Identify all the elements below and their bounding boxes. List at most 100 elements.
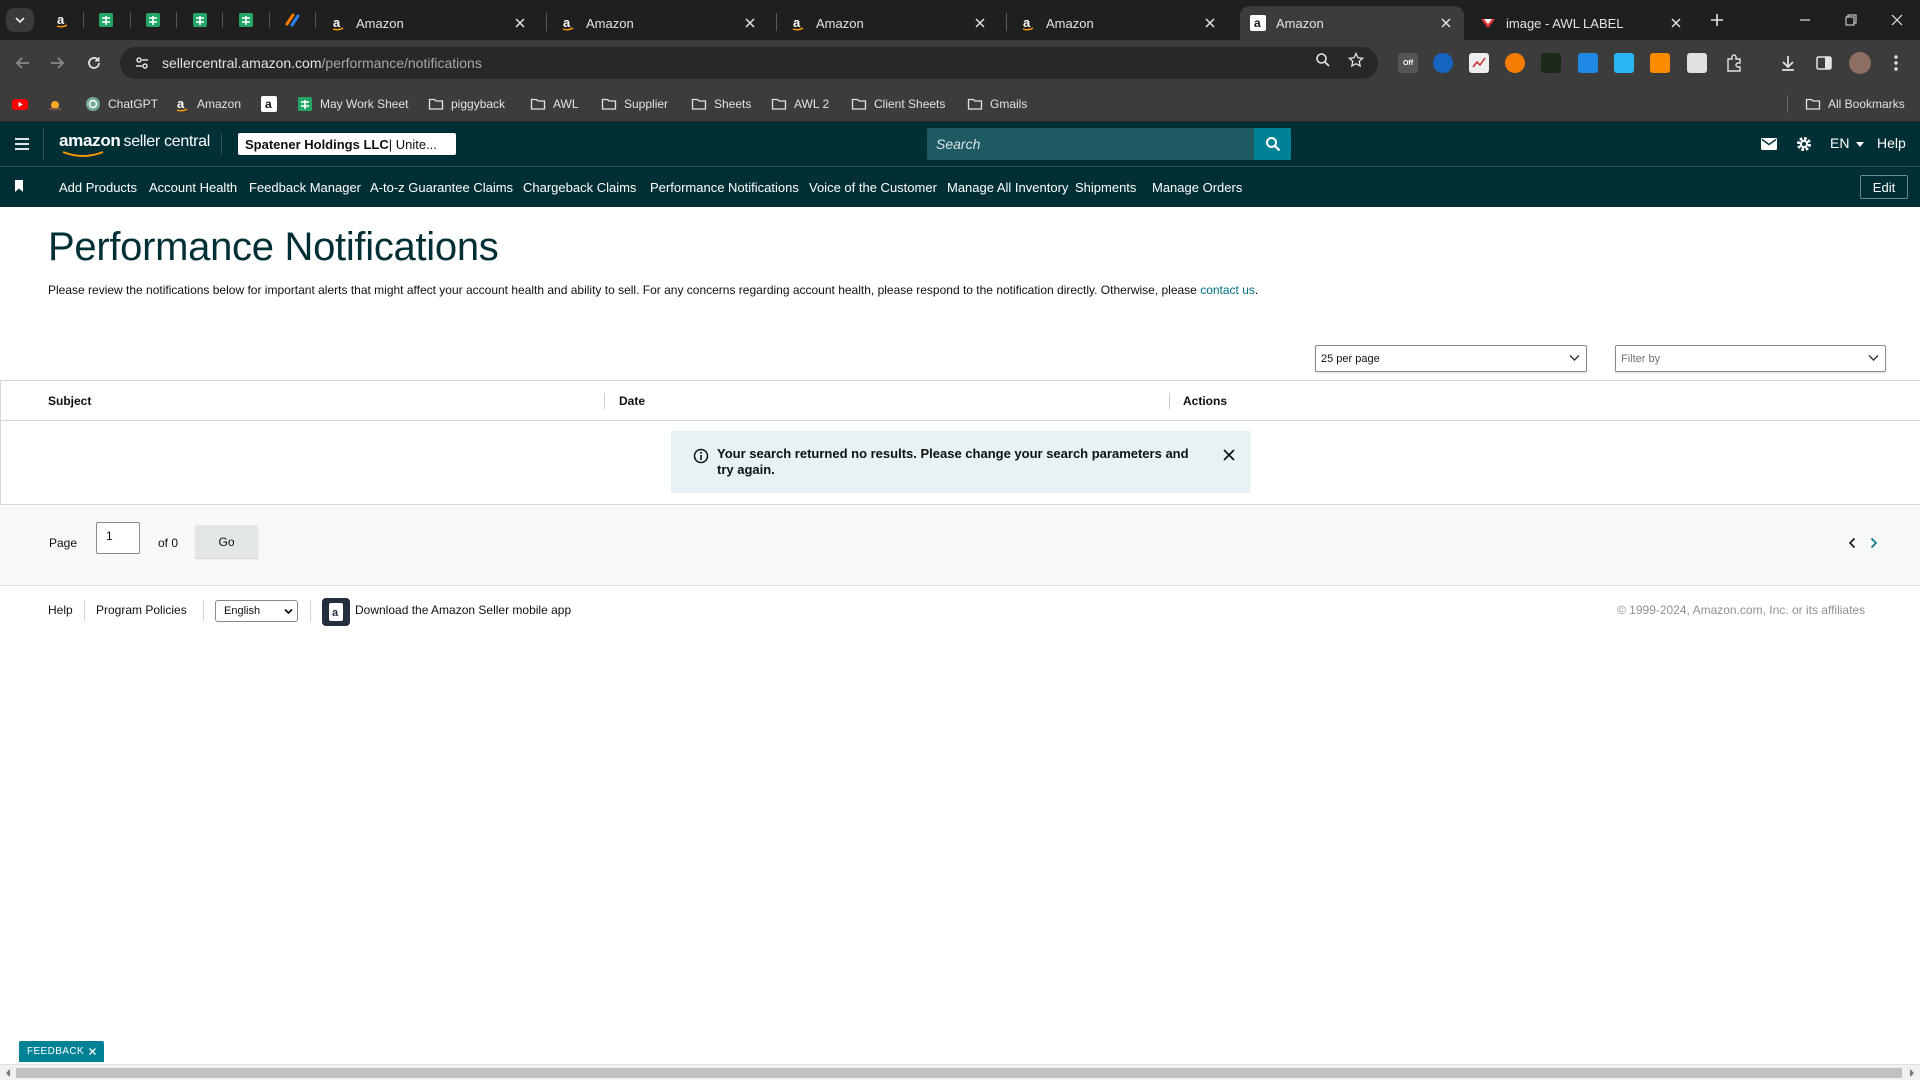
pinned-tab-sheets-1[interactable] <box>88 8 124 32</box>
mobile-app-link[interactable]: Download the Amazon Seller mobile app <box>355 603 571 617</box>
nav-manage-all-inventory[interactable]: Manage All Inventory <box>947 180 1068 195</box>
extension-orange-icon[interactable] <box>1505 53 1525 73</box>
download-icon[interactable] <box>1778 53 1798 73</box>
forward-button[interactable] <box>43 49 71 77</box>
column-date[interactable]: Date <box>619 394 645 408</box>
close-icon[interactable] <box>89 1048 97 1055</box>
account-switcher[interactable]: Spatener Holdings LLC | Unite... <box>238 133 456 155</box>
back-button[interactable] <box>9 49 37 77</box>
footer-language-select[interactable]: English <box>215 600 298 622</box>
extension-js-icon[interactable] <box>1650 53 1670 73</box>
close-tab-icon[interactable] <box>1438 15 1454 31</box>
extension-box-icon[interactable] <box>1687 53 1707 73</box>
close-tab-icon[interactable] <box>512 15 528 31</box>
minimize-button[interactable] <box>1782 0 1828 40</box>
help-link[interactable]: Help <box>1877 135 1906 151</box>
edit-favorites-button[interactable]: Edit <box>1860 175 1908 199</box>
next-page-button[interactable] <box>1866 535 1882 551</box>
filter-by-select[interactable]: Filter by <box>1615 345 1886 372</box>
bookmark-sun[interactable] <box>47 94 70 114</box>
extension-chart-icon[interactable] <box>1469 53 1489 73</box>
close-tab-icon[interactable] <box>742 15 758 31</box>
tab-amazon-4[interactable]: a Amazon <box>1010 6 1228 40</box>
bookmark-chatgpt[interactable]: ChatGPT <box>85 94 158 114</box>
nav-performance-notifications[interactable]: Performance Notifications <box>650 180 799 195</box>
previous-page-button[interactable] <box>1844 535 1860 551</box>
calculator-icon[interactable] <box>1578 53 1598 73</box>
nav-add-products[interactable]: Add Products <box>59 180 137 195</box>
contact-us-link[interactable]: contact us <box>1200 283 1255 297</box>
go-button[interactable]: Go <box>195 525 258 558</box>
profile-avatar[interactable] <box>1849 52 1871 74</box>
scrollbar-thumb[interactable] <box>16 1068 1902 1078</box>
bookmark-folder-gmails[interactable]: Gmails <box>967 94 1027 114</box>
bookmark-youtube[interactable] <box>12 94 35 114</box>
messages-button[interactable] <box>1757 132 1781 156</box>
extension-off-icon[interactable]: Off <box>1398 53 1418 73</box>
pinned-tab-sheets-2[interactable] <box>135 8 171 32</box>
bookmark-icon[interactable] <box>14 180 24 192</box>
extensions-puzzle-icon[interactable] <box>1724 53 1744 73</box>
search-button[interactable] <box>1254 128 1291 160</box>
extension-rs-icon[interactable] <box>1541 53 1561 73</box>
bookmark-folder-piggyback[interactable]: piggyback <box>428 94 505 114</box>
address-bar[interactable]: sellercentral.amazon.com/performance/not… <box>120 47 1378 79</box>
column-subject[interactable]: Subject <box>48 394 91 408</box>
nav-a-to-z-claims[interactable]: A-to-z Guarantee Claims <box>370 180 513 195</box>
language-selector[interactable]: EN <box>1830 135 1865 151</box>
pinned-tab-sheets-3[interactable] <box>182 8 218 32</box>
nav-feedback-manager[interactable]: Feedback Manager <box>249 180 361 195</box>
bookmark-folder-supplier[interactable]: Supplier <box>601 94 668 114</box>
nav-voice-of-the-customer[interactable]: Voice of the Customer <box>809 180 937 195</box>
restore-button[interactable] <box>1828 0 1874 40</box>
scroll-left-icon[interactable] <box>3 1068 13 1078</box>
settings-button[interactable] <box>1792 132 1816 156</box>
browser-menu-icon[interactable] <box>1886 53 1906 73</box>
horizontal-scrollbar[interactable] <box>0 1064 1920 1080</box>
seller-central-logo[interactable]: amazon seller central <box>59 131 210 157</box>
bookmark-folder-awl-2[interactable]: AWL 2 <box>771 94 829 114</box>
feedback-tab[interactable]: FEEDBACK <box>19 1041 104 1062</box>
close-tab-icon[interactable] <box>1668 15 1684 31</box>
nav-shipments[interactable]: Shipments <box>1075 180 1136 195</box>
tab-awl-label[interactable]: image - AWL LABEL <box>1470 6 1694 40</box>
nav-manage-orders[interactable]: Manage Orders <box>1152 180 1242 195</box>
tab-amazon-1[interactable]: a Amazon <box>320 6 538 40</box>
bookmark-star-button[interactable] <box>1344 48 1368 72</box>
close-icon[interactable] <box>1221 447 1237 463</box>
new-tab-button[interactable] <box>1703 8 1731 32</box>
bookmark-folder-sheets[interactable]: Sheets <box>691 94 751 114</box>
close-tab-icon[interactable] <box>1202 15 1218 31</box>
side-panel-icon[interactable] <box>1814 53 1834 73</box>
tab-search-button[interactable] <box>6 8 34 32</box>
search-input[interactable]: Search <box>927 128 1254 160</box>
bookmark-amazon[interactable]: a Amazon <box>174 94 241 114</box>
close-tab-icon[interactable] <box>972 15 988 31</box>
extension-fm-icon[interactable] <box>1614 53 1634 73</box>
per-page-select[interactable]: 25 per page <box>1315 345 1587 372</box>
bookmark-may-work-sheet[interactable]: May Work Sheet <box>297 94 408 114</box>
reload-button[interactable] <box>80 49 108 77</box>
bookmark-folder-client-sheets[interactable]: Client Sheets <box>851 94 945 114</box>
page-number-input[interactable]: 1 <box>96 522 140 554</box>
pinned-tab-amazon[interactable]: a <box>44 8 80 32</box>
program-policies-link[interactable]: Program Policies <box>96 603 187 617</box>
bookmark-folder-awl[interactable]: AWL <box>530 94 579 114</box>
tab-amazon-3[interactable]: a Amazon <box>780 6 998 40</box>
pinned-tab-sheets-4[interactable] <box>228 8 264 32</box>
scroll-right-icon[interactable] <box>1907 1068 1917 1078</box>
tab-amazon-2[interactable]: a Amazon <box>550 6 768 40</box>
menu-button[interactable] <box>10 132 34 156</box>
footer-help-link[interactable]: Help <box>48 603 73 617</box>
extension-puzzle-blue-icon[interactable] <box>1433 53 1453 73</box>
zoom-button[interactable] <box>1311 48 1335 72</box>
pinned-tab-app[interactable] <box>275 8 311 32</box>
nav-account-health[interactable]: Account Health <box>149 180 237 195</box>
all-bookmarks[interactable]: All Bookmarks <box>1805 94 1905 114</box>
seller-app-icon[interactable]: a <box>322 598 350 626</box>
site-settings-icon[interactable] <box>134 55 150 71</box>
close-window-button[interactable] <box>1874 0 1920 40</box>
tab-amazon-active[interactable]: a Amazon <box>1240 6 1464 40</box>
bookmark-amazon-square[interactable]: a <box>261 94 284 114</box>
nav-chargeback-claims[interactable]: Chargeback Claims <box>523 180 636 195</box>
